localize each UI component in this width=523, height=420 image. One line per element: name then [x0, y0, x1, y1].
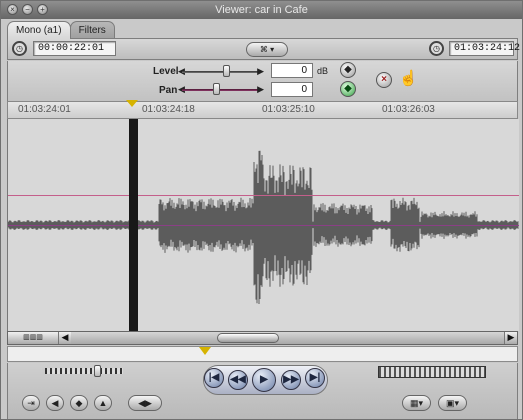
level-slider-track: [182, 71, 260, 73]
reset-close-icon[interactable]: ×: [376, 72, 392, 88]
window-controls: × − +: [7, 4, 48, 15]
viewer-window: × − + Viewer: car in Cafe Mono (a1) Filt…: [0, 0, 523, 420]
clip-menu-button[interactable]: ⌘ ▾: [246, 42, 288, 57]
jog-slider[interactable]: [41, 365, 127, 378]
transport-panel: |◀ ◀◀ ▶ ▶▶ ▶| ⇥ ◀ ◆ ▲ ◀▶ ▦▾ ▣▾: [7, 363, 518, 419]
ruler-timecode-3: 01:03:25:10: [262, 104, 315, 115]
pan-increase-icon[interactable]: ▶: [257, 84, 264, 95]
mini-playhead-icon[interactable]: [199, 347, 211, 355]
level-label: Level: [153, 66, 179, 77]
timeline-playhead[interactable]: [129, 119, 138, 331]
pan-value-field[interactable]: 0: [271, 82, 313, 97]
zoom-window-button[interactable]: +: [37, 4, 48, 15]
minimize-window-button[interactable]: −: [22, 4, 33, 15]
level-slider[interactable]: ◀ ▶: [178, 65, 264, 78]
pan-slider-thumb[interactable]: [212, 83, 220, 95]
pan-label: Pan: [159, 85, 178, 96]
timeline-ruler[interactable]: 01:03:24:01 01:03:24:18 01:03:25:10 01:0…: [7, 100, 518, 119]
match-frame-button[interactable]: ◀▶: [128, 395, 162, 411]
play-around-current-frame-button[interactable]: ▶▶: [281, 370, 301, 390]
duration-timecode-field[interactable]: 00:00:22:01: [33, 41, 116, 56]
play-in-to-out-button[interactable]: ◀◀: [228, 370, 248, 390]
level-unit: dB: [317, 66, 329, 76]
window-title: Viewer: car in Cafe: [215, 4, 308, 16]
scroll-left-button[interactable]: ◀: [58, 332, 71, 344]
horizontal-scroll-thumb[interactable]: [217, 333, 279, 343]
close-window-button[interactable]: ×: [7, 4, 18, 15]
tab-mono-a1[interactable]: Mono (a1): [7, 21, 71, 39]
view-options-button[interactable]: ▦▾: [402, 395, 431, 411]
window-titlebar: × − + Viewer: car in Cafe: [1, 1, 522, 19]
pan-slider-track: [182, 89, 260, 91]
horizontal-scrollbar[interactable]: ▥▥▥ ◀ ▶: [7, 331, 518, 345]
ruler-timecode-1: 01:03:24:01: [18, 104, 71, 115]
scroll-zoom-control[interactable]: ▥▥▥: [8, 332, 58, 344]
pan-slider[interactable]: ◀ ▶: [178, 83, 264, 96]
audio-waveform-area[interactable]: [7, 119, 519, 331]
mark-in-button[interactable]: ⇥: [22, 395, 40, 411]
tab-filters[interactable]: Filters: [69, 21, 115, 39]
level-increase-icon[interactable]: ▶: [257, 66, 264, 77]
shuttle-control[interactable]: [378, 366, 486, 378]
current-timecode-field[interactable]: 01:03:24:12: [449, 41, 520, 56]
playhead-marker-icon[interactable]: [126, 100, 138, 107]
jog-track: [45, 368, 123, 374]
scroll-right-button[interactable]: ▶: [504, 332, 517, 344]
play-button[interactable]: ▶: [252, 368, 276, 392]
ruler-timecode-2: 01:03:24:18: [142, 104, 195, 115]
go-to-next-edit-button[interactable]: ▶|: [305, 368, 325, 388]
audio-level-pan-controls: Level ◀ ▶ 0 dB ◆ Pan ◀ ▶ 0 ◆ × ☝: [7, 61, 518, 101]
mini-timeline-scrubber[interactable]: [7, 346, 518, 362]
level-overlay-line[interactable]: [8, 195, 519, 196]
timecode-toolbar: ◷ 00:00:22:01 ⌘ ▾ ◷ 01:03:24:12: [7, 38, 520, 60]
jog-thumb[interactable]: [94, 365, 101, 377]
pan-keyframe-diamond-icon[interactable]: ◆: [340, 81, 356, 97]
drag-hand-icon[interactable]: ☝: [399, 70, 418, 88]
level-value-field[interactable]: 0: [271, 63, 313, 78]
mark-clip-button[interactable]: ◀: [46, 395, 64, 411]
ruler-timecode-4: 01:03:26:03: [382, 104, 435, 115]
pan-overlay-line[interactable]: [8, 225, 519, 226]
overlay-options-button[interactable]: ▣▾: [438, 395, 467, 411]
add-keyframe-button[interactable]: ◆: [70, 395, 88, 411]
duration-clock-icon: ◷: [12, 41, 27, 56]
go-to-previous-edit-button[interactable]: |◀: [204, 368, 224, 388]
add-marker-button[interactable]: ▲: [94, 395, 112, 411]
level-keyframe-diamond-icon[interactable]: ◆: [340, 62, 356, 78]
current-time-clock-icon: ◷: [429, 41, 444, 56]
level-slider-thumb[interactable]: [223, 65, 231, 77]
viewer-tabs: Mono (a1) Filters: [7, 21, 115, 39]
